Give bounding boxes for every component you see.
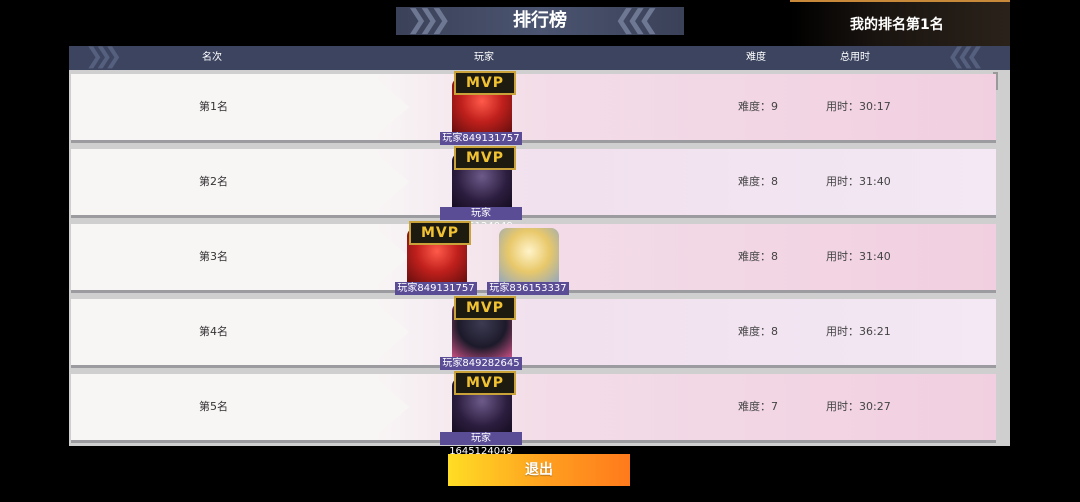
table-header: ❯❯❯ ❮❮❮ 名次 玩家 难度 总用时 xyxy=(69,46,1010,70)
row-difficulty: 难度：7 xyxy=(738,400,778,413)
column-header-difficulty: 难度 xyxy=(746,52,766,63)
table-row[interactable]: 第3名 难度：8 用时：31:40 MVP 玩家849131757 玩家836153337 xyxy=(71,221,996,295)
player-card[interactable]: MVP 玩家1645124049 xyxy=(440,371,522,457)
row-time: 用时：31:40 xyxy=(826,250,891,263)
table-row[interactable]: 第2名 难度：8 用时：31:40 MVP 玩家1645124049 xyxy=(71,146,996,232)
mvp-badge: MVP xyxy=(454,296,516,320)
row-rank: 第5名 xyxy=(199,400,228,413)
row-time: 用时：30:17 xyxy=(826,100,891,113)
exit-button[interactable]: 退出 xyxy=(448,454,630,486)
player-name: 玩家1645124049 xyxy=(440,207,522,232)
row-difficulty: 难度：8 xyxy=(738,175,778,188)
row-divider-wedge xyxy=(371,299,409,365)
column-header-time: 总用时 xyxy=(840,52,870,63)
my-rank-text: 我的排名第1名 xyxy=(850,17,944,33)
player-card[interactable]: MVP 玩家1645124049 xyxy=(440,146,522,232)
player-name: 玩家836153337 xyxy=(487,282,569,295)
column-header-rank: 名次 xyxy=(202,52,222,63)
mvp-badge: MVP xyxy=(454,146,516,170)
row-divider-wedge xyxy=(371,374,409,440)
player-avatar xyxy=(499,228,559,286)
row-rank: 第3名 xyxy=(199,250,228,263)
player-card[interactable]: MVP 玩家849282645 xyxy=(440,296,522,370)
player-card[interactable]: MVP 玩家849131757 xyxy=(440,71,522,145)
mvp-badge: MVP xyxy=(454,371,516,395)
player-name: 玩家849282645 xyxy=(440,357,522,370)
mvp-badge: MVP xyxy=(409,221,471,245)
row-divider-wedge xyxy=(371,149,409,215)
row-rank: 第2名 xyxy=(199,175,228,188)
row-difficulty: 难度：8 xyxy=(738,325,778,338)
chevron-decoration-right: ❮❮❮ xyxy=(614,5,659,35)
row-rank: 第4名 xyxy=(199,325,228,338)
my-rank-panel: 我的排名第1名 xyxy=(790,0,1010,47)
player-name: 玩家849131757 xyxy=(395,282,477,295)
row-divider-wedge xyxy=(371,74,409,140)
player-card[interactable]: MVP 玩家849131757 xyxy=(395,221,477,295)
player-name: 玩家1645124049 xyxy=(440,432,522,457)
table-row[interactable]: 第5名 难度：7 用时：30:27 MVP 玩家1645124049 xyxy=(71,371,996,457)
row-rank: 第1名 xyxy=(199,100,228,113)
chevron-decoration-left: ❯❯❯ xyxy=(85,44,122,69)
row-difficulty: 难度：8 xyxy=(738,250,778,263)
table-row[interactable]: 第4名 难度：8 用时：36:21 MVP 玩家849282645 xyxy=(71,296,996,370)
player-name: 玩家849131757 xyxy=(440,132,522,145)
row-difficulty: 难度：9 xyxy=(738,100,778,113)
chevron-decoration-right: ❮❮❮ xyxy=(947,44,984,69)
leaderboard-table: ❯❯❯ ❮❮❮ 名次 玩家 难度 总用时 第1名 难度：9 用时：30:17 MVP 玩… xyxy=(69,46,1010,457)
row-time: 用时：30:27 xyxy=(826,400,891,413)
title-banner: ❯❯❯ 排行榜 ❮❮❮ xyxy=(396,7,684,35)
table-row[interactable]: 第1名 难度：9 用时：30:17 MVP 玩家849131757 xyxy=(71,71,996,145)
column-header-player: 玩家 xyxy=(474,52,494,63)
player-card[interactable]: 玩家836153337 xyxy=(487,224,569,295)
mvp-badge: MVP xyxy=(454,71,516,95)
row-time: 用时：36:21 xyxy=(826,325,891,338)
row-time: 用时：31:40 xyxy=(826,175,891,188)
